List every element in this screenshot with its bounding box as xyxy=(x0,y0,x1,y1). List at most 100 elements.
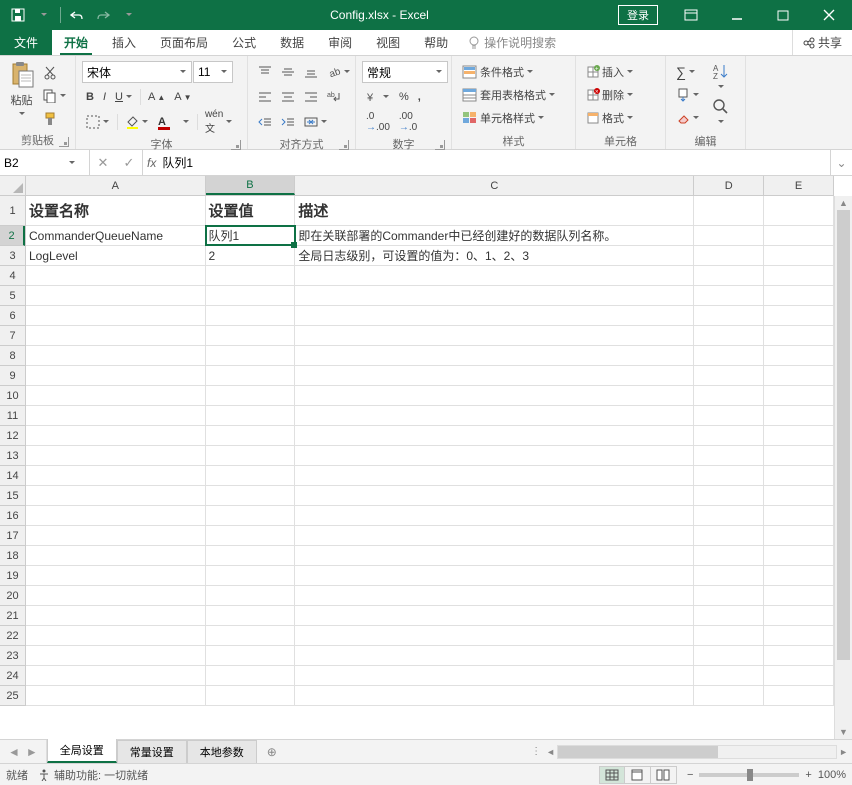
cell-C11[interactable] xyxy=(295,406,694,425)
row-header-1[interactable]: 1 xyxy=(0,196,25,226)
cell-C9[interactable] xyxy=(295,366,694,385)
cell-C22[interactable] xyxy=(295,626,694,645)
row-header-14[interactable]: 14 xyxy=(0,466,25,486)
cell-E22[interactable] xyxy=(764,626,834,645)
cell-C15[interactable] xyxy=(295,486,694,505)
cell-B7[interactable] xyxy=(206,326,296,345)
cell-B19[interactable] xyxy=(206,566,296,585)
merge-center-button[interactable] xyxy=(300,111,332,133)
cell-C23[interactable] xyxy=(295,646,694,665)
fill-button[interactable] xyxy=(672,84,704,106)
font-dialog-launcher[interactable] xyxy=(231,140,241,150)
cell-B4[interactable] xyxy=(206,266,296,285)
underline-button[interactable]: U xyxy=(111,86,137,108)
cell-C8[interactable] xyxy=(295,346,694,365)
cell-E4[interactable] xyxy=(764,266,834,285)
cell-styles-button[interactable]: 单元格样式 xyxy=(458,107,549,129)
redo-button[interactable] xyxy=(91,3,115,27)
enter-edit-button[interactable]: ✓ xyxy=(116,155,142,171)
row-header-18[interactable]: 18 xyxy=(0,546,25,566)
cell-A16[interactable] xyxy=(26,506,206,525)
cell-E13[interactable] xyxy=(764,446,834,465)
row-header-3[interactable]: 3 xyxy=(0,246,25,266)
cell-D1[interactable] xyxy=(694,196,764,225)
orientation-button[interactable]: ab xyxy=(323,61,355,83)
cell-B12[interactable] xyxy=(206,426,296,445)
cell-D25[interactable] xyxy=(694,686,764,705)
horizontal-scrollbar[interactable] xyxy=(557,745,837,759)
decrease-indent-button[interactable] xyxy=(254,111,276,133)
hscroll-right[interactable]: ► xyxy=(839,747,848,757)
cell-E25[interactable] xyxy=(764,686,834,705)
font-size-combo[interactable]: 11 xyxy=(193,61,233,83)
cell-E24[interactable] xyxy=(764,666,834,685)
cell-A7[interactable] xyxy=(26,326,206,345)
formula-input[interactable] xyxy=(162,156,826,170)
cell-D18[interactable] xyxy=(694,546,764,565)
sort-filter-button[interactable]: AZ xyxy=(708,61,734,95)
cell-E19[interactable] xyxy=(764,566,834,585)
new-sheet-button[interactable]: ⊕ xyxy=(257,740,287,763)
select-all-corner[interactable] xyxy=(0,176,26,196)
alignment-dialog-launcher[interactable] xyxy=(339,140,349,150)
cell-A4[interactable] xyxy=(26,266,206,285)
cell-E15[interactable] xyxy=(764,486,834,505)
align-center-button[interactable] xyxy=(277,86,299,108)
cell-C16[interactable] xyxy=(295,506,694,525)
cell-E3[interactable] xyxy=(764,246,834,265)
cell-C12[interactable] xyxy=(295,426,694,445)
col-header-B[interactable]: B xyxy=(206,176,296,195)
sheet-nav-prev[interactable]: ◄ xyxy=(8,745,20,759)
align-bottom-button[interactable] xyxy=(300,61,322,83)
column-headers[interactable]: ABCDE xyxy=(26,176,834,196)
cell-A15[interactable] xyxy=(26,486,206,505)
cell-E23[interactable] xyxy=(764,646,834,665)
delete-cells-button[interactable]: ×删除 xyxy=(582,84,638,106)
align-middle-button[interactable] xyxy=(277,61,299,83)
phonetic-button[interactable]: wén文 xyxy=(201,111,237,133)
cell-C13[interactable] xyxy=(295,446,694,465)
row-header-4[interactable]: 4 xyxy=(0,266,25,286)
row-header-16[interactable]: 16 xyxy=(0,506,25,526)
italic-button[interactable]: I xyxy=(99,86,110,108)
cancel-edit-button[interactable]: ✕ xyxy=(90,155,116,171)
tell-me-search[interactable]: 操作说明搜索 xyxy=(468,30,556,55)
qat-customize[interactable] xyxy=(117,3,141,27)
cell-E14[interactable] xyxy=(764,466,834,485)
zoom-in-button[interactable]: + xyxy=(805,769,811,781)
cell-D24[interactable] xyxy=(694,666,764,685)
cell-A12[interactable] xyxy=(26,426,206,445)
row-header-22[interactable]: 22 xyxy=(0,626,25,646)
cell-C1[interactable]: 描述 xyxy=(295,196,694,225)
clipboard-dialog-launcher[interactable] xyxy=(59,137,69,147)
row-header-24[interactable]: 24 xyxy=(0,666,25,686)
cell-D9[interactable] xyxy=(694,366,764,385)
align-left-button[interactable] xyxy=(254,86,276,108)
ribbon-options-button[interactable] xyxy=(668,0,714,30)
page-layout-view-button[interactable] xyxy=(625,766,651,784)
cell-E2[interactable] xyxy=(764,226,834,245)
fill-color-button[interactable] xyxy=(121,111,153,133)
fx-icon[interactable]: fx xyxy=(147,156,156,170)
format-painter-button[interactable] xyxy=(39,108,71,130)
name-box[interactable] xyxy=(0,150,90,175)
paste-button[interactable]: 粘贴 xyxy=(4,58,39,120)
name-box-input[interactable] xyxy=(4,156,64,170)
cell-A14[interactable] xyxy=(26,466,206,485)
tab-help[interactable]: 帮助 xyxy=(412,30,460,55)
cell-A20[interactable] xyxy=(26,586,206,605)
cell-C21[interactable] xyxy=(295,606,694,625)
row-header-15[interactable]: 15 xyxy=(0,486,25,506)
cell-C19[interactable] xyxy=(295,566,694,585)
autosum-button[interactable]: ∑ xyxy=(672,61,704,83)
cell-C2[interactable]: 即在关联部署的Commander中已经创建好的数据队列名称。 xyxy=(295,226,694,245)
increase-indent-button[interactable] xyxy=(277,111,299,133)
cell-B2[interactable]: 队列1 xyxy=(206,226,296,245)
cell-D6[interactable] xyxy=(694,306,764,325)
cell-E5[interactable] xyxy=(764,286,834,305)
comma-button[interactable]: , xyxy=(414,86,425,108)
cell-B3[interactable]: 2 xyxy=(206,246,296,265)
row-header-5[interactable]: 5 xyxy=(0,286,25,306)
cell-B22[interactable] xyxy=(206,626,296,645)
cell-E17[interactable] xyxy=(764,526,834,545)
